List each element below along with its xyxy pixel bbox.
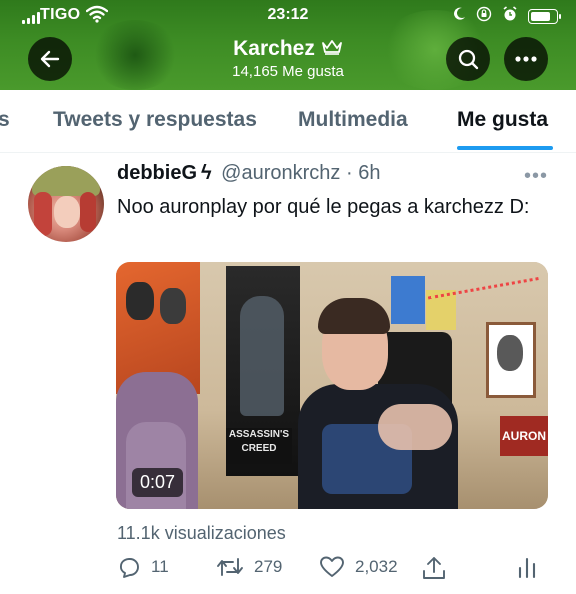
- tweet-video[interactable]: ASSASSIN'S CREED AURON 0:07: [116, 262, 548, 509]
- share-icon: [423, 557, 445, 579]
- crown-icon: [321, 37, 343, 61]
- do-not-disturb-icon: [452, 7, 466, 26]
- reply-button[interactable]: 11: [117, 555, 169, 579]
- more-horizontal-icon: [515, 56, 537, 62]
- alarm-icon: [502, 6, 518, 27]
- tweet-display-name[interactable]: debbieG: [117, 162, 197, 184]
- lightning-badge-icon: ϟ: [201, 162, 212, 184]
- heart-icon: [320, 556, 344, 577]
- view-count: 11.1k visualizaciones: [117, 523, 286, 543]
- analytics-icon: [518, 557, 536, 579]
- orientation-lock-icon: [476, 6, 492, 27]
- person-center: [292, 284, 458, 509]
- tweet-header: debbieG ϟ @auronkrchz · 6h: [117, 162, 380, 185]
- tab-multimedia[interactable]: Multimedia: [298, 108, 408, 132]
- search-button[interactable]: [446, 37, 490, 81]
- retweet-icon: [217, 558, 243, 576]
- profile-likes-count: 14,165 Me gusta: [232, 63, 344, 80]
- poster-image: [486, 322, 536, 398]
- reply-icon: [120, 558, 139, 578]
- poster-image: AURON: [500, 416, 548, 456]
- status-bar: TIGO 23:12: [0, 0, 576, 30]
- battery-icon: [528, 9, 561, 24]
- video-duration: 0:07: [132, 468, 184, 497]
- tweet-more-icon[interactable]: •••: [524, 165, 548, 188]
- more-button[interactable]: [504, 37, 548, 81]
- active-tab-indicator: [457, 146, 553, 150]
- tab-me-gusta[interactable]: Me gusta: [457, 108, 548, 132]
- avatar[interactable]: [28, 166, 104, 242]
- poster-image: ASSASSIN'S CREED: [226, 428, 292, 464]
- analytics-button[interactable]: [516, 555, 538, 579]
- profile-name: Karchez: [233, 37, 315, 60]
- tweet-actions: 11 279 2,032: [0, 555, 576, 587]
- tweet-age[interactable]: 6h: [358, 162, 380, 184]
- like-button[interactable]: 2,032: [319, 555, 398, 579]
- tweet-text: Noo auronplay por qué le pegas a karchez…: [117, 196, 530, 218]
- tab-tweets-y-respuestas[interactable]: Tweets y respuestas: [53, 108, 257, 132]
- reply-count: 11: [151, 557, 169, 576]
- tab-tweets[interactable]: s: [0, 108, 10, 132]
- profile-header: TIGO 23:12 Karchez 14,165 Me gusta: [0, 0, 576, 90]
- retweet-count: 279: [254, 557, 283, 576]
- search-icon: [458, 49, 479, 70]
- retweet-button[interactable]: 279: [216, 555, 282, 579]
- share-button[interactable]: [421, 555, 447, 581]
- like-count: 2,032: [355, 557, 398, 576]
- separator-dot: ·: [345, 162, 353, 184]
- profile-tabs: s Tweets y respuestas Multimedia Me gust…: [0, 90, 576, 153]
- tweet-handle[interactable]: @auronkrchz: [221, 162, 340, 184]
